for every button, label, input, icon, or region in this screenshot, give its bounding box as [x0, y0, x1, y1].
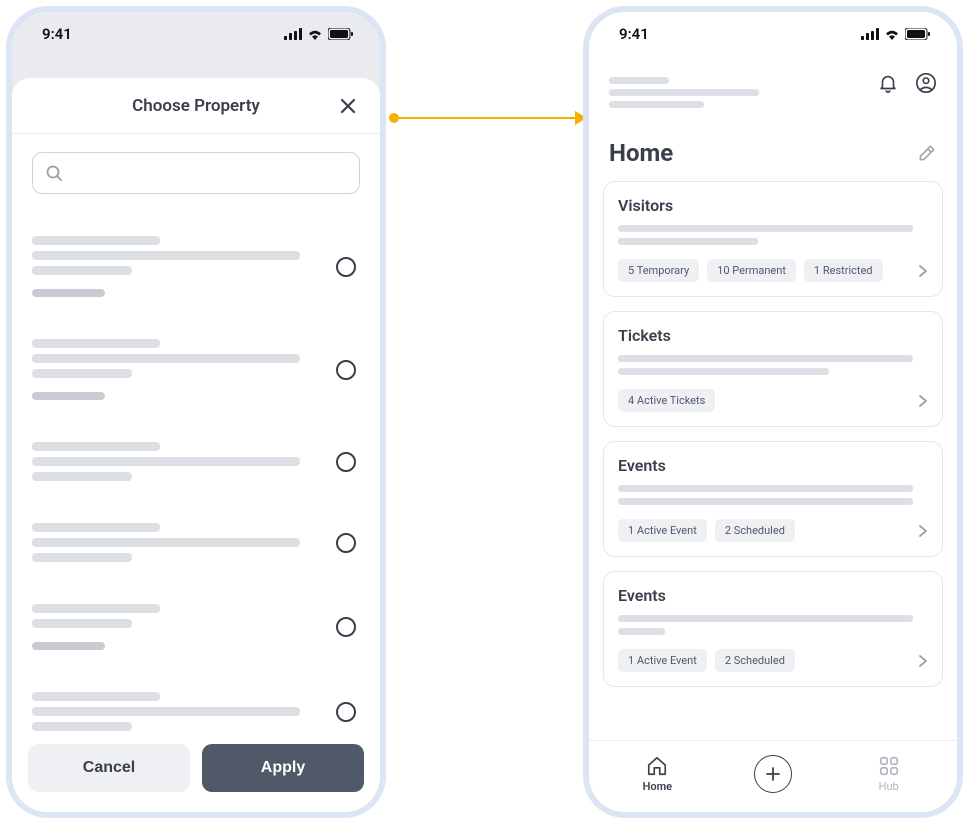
nav-home[interactable]: Home — [617, 755, 697, 793]
signal-icon — [861, 28, 879, 40]
chip: 2 Scheduled — [715, 519, 795, 542]
placeholder-line — [618, 355, 913, 362]
chip: 10 Permanent — [707, 259, 796, 282]
property-lines — [32, 230, 336, 303]
chip-row: 5 Temporary 10 Permanent 1 Restricted — [618, 259, 928, 282]
status-icons — [284, 28, 354, 40]
page-title: Home — [609, 139, 673, 167]
placeholder-line — [618, 368, 829, 375]
nav-add-button[interactable] — [754, 755, 792, 793]
chip: 1 Active Event — [618, 519, 707, 542]
radio-unchecked[interactable] — [336, 360, 356, 380]
property-item[interactable] — [32, 422, 360, 503]
phone-frame-left: 9:41 Choose Property — [6, 6, 386, 818]
property-lines — [32, 686, 336, 732]
header-icons — [877, 72, 937, 94]
nav-hub[interactable]: Hub — [849, 755, 929, 793]
hub-icon — [878, 755, 900, 777]
cards-list[interactable]: Visitors 5 Temporary 10 Permanent 1 Restric… — [589, 181, 957, 740]
search-input[interactable] — [71, 165, 347, 182]
property-item[interactable] — [32, 319, 360, 422]
placeholder-line — [618, 628, 665, 635]
status-time: 9:41 — [619, 25, 649, 43]
property-item[interactable] — [32, 216, 360, 319]
card-title: Events — [618, 586, 928, 605]
modal-title: Choose Property — [132, 96, 260, 116]
status-icons — [861, 28, 931, 40]
property-item[interactable] — [32, 503, 360, 584]
radio-unchecked[interactable] — [336, 617, 356, 637]
card[interactable]: Events 1 Active Event 2 Scheduled — [603, 571, 943, 687]
nav-hub-label: Hub — [879, 780, 899, 793]
placeholder-line — [618, 225, 913, 232]
status-time: 9:41 — [42, 25, 72, 43]
modal-footer: Cancel Apply — [12, 732, 380, 812]
card[interactable]: Events 1 Active Event 2 Scheduled — [603, 441, 943, 557]
property-summary-placeholder — [609, 72, 759, 113]
apply-button[interactable]: Apply — [202, 744, 364, 792]
card-title: Visitors — [618, 196, 928, 215]
chip: 1 Restricted — [804, 259, 883, 282]
card-title: Tickets — [618, 326, 928, 345]
property-lines — [32, 598, 336, 656]
property-lines — [32, 436, 336, 487]
property-lines — [32, 517, 336, 568]
property-item[interactable] — [32, 584, 360, 672]
home-header — [589, 56, 957, 123]
profile-icon[interactable] — [915, 72, 937, 94]
card[interactable]: Visitors 5 Temporary 10 Permanent 1 Restric… — [603, 181, 943, 297]
placeholder-line — [618, 238, 758, 245]
chip-row: 1 Active Event 2 Scheduled — [618, 519, 928, 542]
chip-row: 1 Active Event 2 Scheduled — [618, 649, 928, 672]
nav-home-label: Home — [643, 780, 673, 793]
wifi-icon — [307, 28, 323, 40]
chip: 5 Temporary — [618, 259, 699, 282]
status-bar: 9:41 — [589, 12, 957, 56]
home-icon — [646, 755, 668, 777]
edit-icon[interactable] — [917, 143, 937, 163]
chip-row: 4 Active Tickets — [618, 389, 928, 412]
flow-arrow-line — [395, 117, 577, 119]
cancel-button[interactable]: Cancel — [28, 744, 190, 792]
plus-icon — [764, 765, 782, 783]
home-title-row: Home — [589, 123, 957, 181]
placeholder-line — [618, 498, 913, 505]
property-item[interactable] — [32, 672, 360, 732]
modal-body — [12, 134, 380, 732]
status-bar: 9:41 — [12, 12, 380, 56]
chevron-right-icon[interactable] — [916, 523, 930, 542]
search-input-wrap[interactable] — [32, 152, 360, 194]
bottom-nav: Home Hub — [589, 740, 957, 812]
wifi-icon — [884, 28, 900, 40]
chip: 1 Active Event — [618, 649, 707, 672]
chevron-right-icon[interactable] — [916, 393, 930, 412]
chip: 4 Active Tickets — [618, 389, 715, 412]
radio-unchecked[interactable] — [336, 702, 356, 722]
close-icon — [339, 97, 357, 115]
property-list — [32, 216, 360, 732]
modal-header: Choose Property — [12, 78, 380, 134]
chevron-right-icon[interactable] — [916, 263, 930, 282]
property-lines — [32, 333, 336, 406]
radio-unchecked[interactable] — [336, 257, 356, 277]
chevron-right-icon[interactable] — [916, 653, 930, 672]
chip: 2 Scheduled — [715, 649, 795, 672]
battery-icon — [328, 28, 354, 40]
home-screen: Home Visitors 5 Temporary 10 Permanent 1 Re… — [589, 56, 957, 812]
battery-icon — [905, 28, 931, 40]
bell-icon[interactable] — [877, 72, 899, 94]
signal-icon — [284, 28, 302, 40]
search-icon — [45, 164, 63, 182]
card[interactable]: Tickets 4 Active Tickets — [603, 311, 943, 427]
close-button[interactable] — [334, 92, 362, 120]
card-title: Events — [618, 456, 928, 475]
placeholder-line — [618, 485, 913, 492]
placeholder-line — [618, 615, 913, 622]
radio-unchecked[interactable] — [336, 533, 356, 553]
modal-sheet: Choose Property — [12, 78, 380, 812]
radio-unchecked[interactable] — [336, 452, 356, 472]
phone-frame-right: 9:41 Home Visitors 5 Temporary 10 Permanen… — [583, 6, 963, 818]
